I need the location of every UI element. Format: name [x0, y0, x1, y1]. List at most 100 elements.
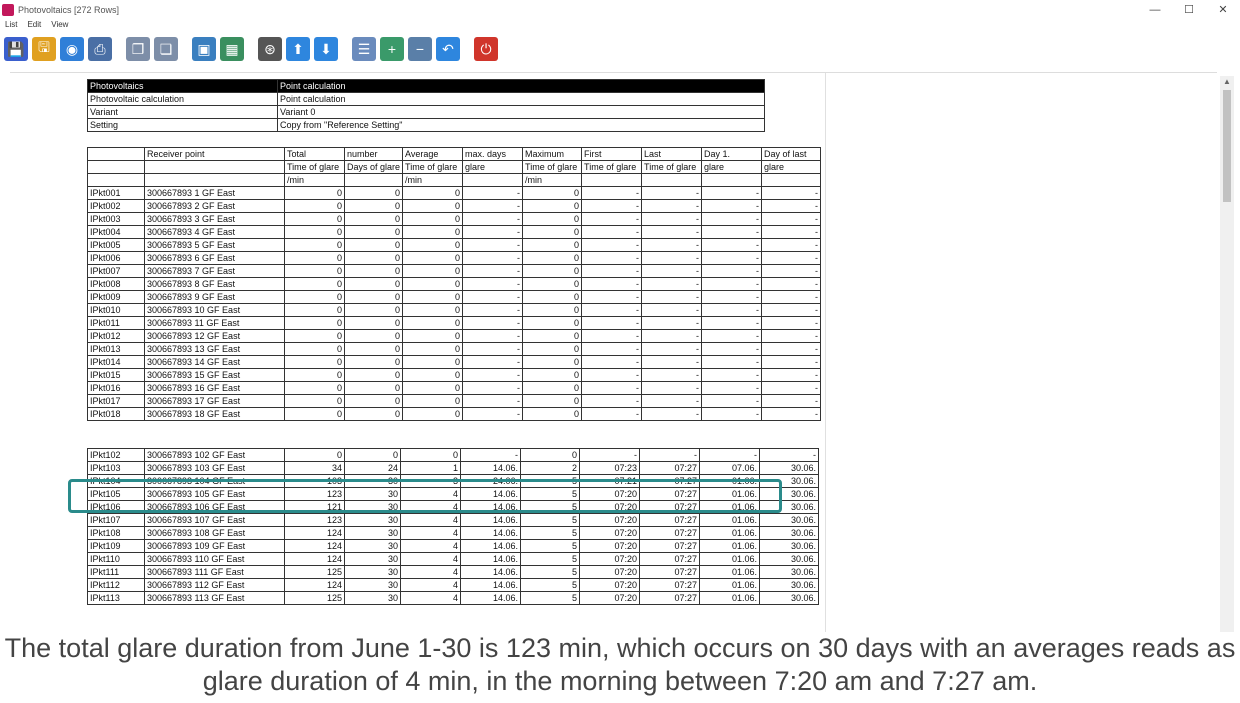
report-view[interactable]: Photovoltaics Point calculation Photovolt… — [10, 72, 1217, 633]
table-cell: 0 — [284, 407, 345, 421]
table-cell: 300667893 110 GF East — [144, 552, 285, 566]
scroll-thumb[interactable] — [1223, 90, 1231, 202]
table-row[interactable]: IPkt112 300667893 112 GF East 124 30 4 14.06.… — [87, 578, 819, 592]
table-cell: 0 — [522, 329, 583, 343]
table-cell: 30.06. — [759, 578, 819, 592]
print-icon[interactable]: ⎙ — [88, 37, 112, 61]
table-row[interactable]: IPkt017 300667893 17 GF East 0 0 0-0- - - - — [87, 394, 822, 408]
table-cell: - — [701, 251, 763, 265]
table-row[interactable]: IPkt008 300667893 8 GF East 0 0 0-0- - - - — [87, 277, 822, 291]
table-row[interactable]: IPkt004 300667893 4 GF East 0 0 0-0- - - - — [87, 225, 822, 239]
excel-icon[interactable]: ▦ — [220, 37, 244, 61]
table-cell: - — [581, 212, 643, 226]
table-cell: IPkt011 — [87, 316, 145, 330]
table-cell: 300667893 109 GF East — [144, 539, 285, 553]
table-cell: 300667893 13 GF East — [144, 342, 285, 356]
table-row[interactable]: IPkt016 300667893 16 GF East 0 0 0-0- - - - — [87, 381, 822, 395]
table-cell: 0 — [343, 329, 404, 343]
table-cell: 30 — [344, 552, 401, 566]
paste-icon[interactable]: ❏ — [154, 37, 178, 61]
table-cell: IPkt015 — [87, 368, 145, 382]
table-cell: IPkt108 — [87, 526, 145, 540]
table-row[interactable]: IPkt018 300667893 18 GF East 0 0 0-0- - - - — [87, 407, 822, 421]
power-icon[interactable]: ⏻ — [474, 37, 498, 61]
header-cell — [701, 173, 763, 187]
table-row[interactable]: IPkt103 300667893 103 GF East 34 24 1 14.06. 2… — [87, 461, 819, 475]
list-icon[interactable]: ☰ — [352, 37, 376, 61]
table-row[interactable]: IPkt009 300667893 9 GF East 0 0 0-0- - - - — [87, 290, 822, 304]
zoom-out-icon[interactable]: − — [408, 37, 432, 61]
arrow-up-icon[interactable]: ⬆ — [286, 37, 310, 61]
vertical-scrollbar[interactable]: ▲ — [1220, 76, 1234, 632]
table-row[interactable]: IPkt113 300667893 113 GF East 125 30 4 14.06.… — [87, 591, 819, 605]
table-row[interactable]: IPkt102 300667893 102 GF East 0 0 0-0- - - - — [87, 448, 819, 462]
close-button[interactable]: ✕ — [1206, 0, 1240, 20]
table-cell: - — [641, 303, 703, 317]
table-cell: 0 — [284, 251, 345, 265]
table-cell: IPkt016 — [87, 381, 145, 395]
header-cell — [581, 173, 643, 187]
table-cell: 30.06. — [759, 461, 819, 475]
table-cell: 125 — [284, 591, 345, 605]
header-cell: /min — [284, 173, 345, 187]
table-row[interactable]: IPkt108 300667893 108 GF East 124 30 4 14.06.… — [87, 526, 819, 540]
table-row[interactable]: IPkt015 300667893 15 GF East 0 0 0-0- - - - — [87, 368, 822, 382]
info-label: Setting — [87, 118, 278, 132]
table-row[interactable]: IPkt107 300667893 107 GF East 123 30 4 14.06.… — [87, 513, 819, 527]
table-row[interactable]: IPkt012 300667893 12 GF East 0 0 0-0- - - - — [87, 329, 822, 343]
table-cell: - — [761, 277, 822, 291]
table-row[interactable]: IPkt110 300667893 110 GF East 124 30 4 14.06.… — [87, 552, 819, 566]
globe-icon[interactable]: ◉ — [60, 37, 84, 61]
table-cell: IPkt006 — [87, 251, 145, 265]
table-cell: - — [701, 199, 763, 213]
info-row: Variant Variant 0 — [87, 105, 765, 119]
minimize-button[interactable]: — — [1138, 0, 1172, 20]
header-cell: Time of glare — [522, 160, 583, 174]
table-cell: 300667893 18 GF East — [144, 407, 285, 421]
table-cell: 0 — [402, 186, 464, 200]
menu-edit[interactable]: Edit — [22, 20, 46, 32]
header-cell: Time of glare — [641, 160, 703, 174]
print-preview-icon[interactable]: 🖫 — [32, 37, 56, 61]
table-cell: 0 — [402, 251, 464, 265]
zoom-in-icon[interactable]: + — [380, 37, 404, 61]
header-cell: Last — [641, 147, 703, 161]
table-cell: 07:20 — [579, 552, 640, 566]
table-row[interactable]: IPkt005 300667893 5 GF East 0 0 0-0- - - - — [87, 238, 822, 252]
table-cell: - — [701, 238, 763, 252]
arrow-down-icon[interactable]: ⬇ — [314, 37, 338, 61]
table-row[interactable]: IPkt014 300667893 14 GF East 0 0 0-0- - - - — [87, 355, 822, 369]
table-row[interactable]: IPkt002 300667893 2 GF East 0 0 0-0- - - - — [87, 199, 822, 213]
table-row[interactable]: IPkt011 300667893 11 GF East 0 0 0-0- - - - — [87, 316, 822, 330]
header-cell — [641, 173, 703, 187]
binoculars-icon[interactable]: ⊛ — [258, 37, 282, 61]
table-cell: 300667893 5 GF East — [144, 238, 285, 252]
table-cell: - — [462, 186, 524, 200]
menu-view[interactable]: View — [46, 20, 73, 32]
table-row[interactable]: IPkt109 300667893 109 GF East 124 30 4 14.06.… — [87, 539, 819, 553]
undo-icon[interactable]: ↶ — [436, 37, 460, 61]
menu-list[interactable]: List — [0, 20, 22, 32]
export-icon[interactable]: ▣ — [192, 37, 216, 61]
table-cell: 300667893 112 GF East — [144, 578, 285, 592]
table-cell: 14.06. — [460, 591, 521, 605]
save-icon[interactable]: 💾 — [4, 37, 28, 61]
table-row[interactable]: IPkt001 300667893 1 GF East 0 0 0-0- - - - — [87, 186, 822, 200]
table-cell: 0 — [402, 329, 464, 343]
table-cell: 300667893 14 GF East — [144, 355, 285, 369]
copy-icon[interactable]: ❐ — [126, 37, 150, 61]
table-row[interactable]: IPkt013 300667893 13 GF East 0 0 0-0- - - - — [87, 342, 822, 356]
table-row[interactable]: IPkt111 300667893 111 GF East 125 30 4 14.06.… — [87, 565, 819, 579]
table-cell: 0 — [402, 316, 464, 330]
table-cell: 0 — [522, 186, 583, 200]
table-cell: - — [581, 394, 643, 408]
table-row[interactable]: IPkt007 300667893 7 GF East 0 0 0-0- - - - — [87, 264, 822, 278]
header-cell — [87, 160, 145, 174]
table-cell: 124 — [284, 539, 345, 553]
maximize-button[interactable]: ☐ — [1172, 0, 1206, 20]
table-row[interactable]: IPkt006 300667893 6 GF East 0 0 0-0- - - - — [87, 251, 822, 265]
table-cell: 07:27 — [639, 591, 700, 605]
table-row[interactable]: IPkt003 300667893 3 GF East 0 0 0-0- - - - — [87, 212, 822, 226]
scroll-up-icon[interactable]: ▲ — [1220, 76, 1234, 88]
table-row[interactable]: IPkt010 300667893 10 GF East 0 0 0-0- - - - — [87, 303, 822, 317]
